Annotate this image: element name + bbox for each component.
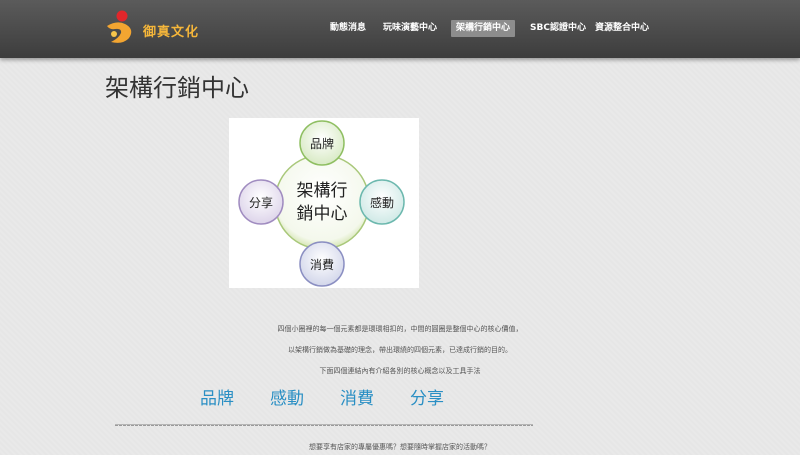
center-circle	[274, 154, 370, 250]
right-label: 感動	[370, 195, 394, 210]
marketing-diagram: 架構行 銷中心 品牌 感動 消費 分享	[229, 118, 419, 288]
section-divider	[115, 424, 533, 426]
intro-text-line1: 四個小圈裡的每一個元素都是環環相扣的，中間的圓圈是整個中心的核心價值，	[277, 325, 523, 333]
center-label-line2: 銷中心	[297, 204, 348, 224]
link-brand[interactable]: 品牌	[200, 384, 234, 409]
logo-text: 御真文化	[143, 25, 200, 40]
link-share[interactable]: 分享	[410, 384, 444, 409]
nav-item-news[interactable]: 動態消息	[325, 20, 371, 37]
nav-item-performance-center[interactable]: 玩味演藝中心	[378, 20, 442, 37]
center-label-line1: 架構行	[297, 181, 348, 201]
nav-item-resource-center[interactable]: 資源整合中心	[590, 20, 654, 37]
left-label: 分享	[249, 195, 273, 210]
bottom-label: 消費	[310, 257, 334, 272]
link-consumption[interactable]: 消費	[340, 384, 374, 409]
intro-text-line2: 以架構行銷做為基礎的理念，帶出環繞的四個元素，已達成行銷的目的。	[288, 346, 512, 354]
page-title: 架構行銷中心	[105, 74, 249, 102]
top-label: 品牌	[310, 137, 334, 151]
intro-text-line3: 下面四個連結內有介紹各別的核心概念以及工具手法	[319, 367, 481, 375]
nav-item-marketing-center[interactable]: 架構行銷中心	[451, 20, 516, 37]
bottom-prompt-text: 想要享有店家的專屬優惠嗎？想要隨時掌握店家的活動嗎？	[309, 443, 491, 451]
link-emotion[interactable]: 感動	[270, 384, 304, 409]
nav-item-sbc-certification[interactable]: SBC認證中心	[525, 20, 591, 37]
site-header: 御真文化 動態消息 玩味演藝中心 架構行銷中心 SBC認證中心 資源整合中心	[0, 0, 800, 58]
